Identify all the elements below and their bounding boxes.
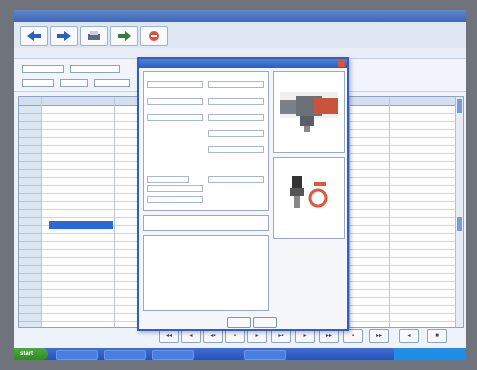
column-divider <box>389 97 390 327</box>
part-details-dialog <box>137 57 349 331</box>
filter-field[interactable] <box>94 79 130 87</box>
taskbar-button[interactable] <box>244 350 286 360</box>
taskbar-button[interactable] <box>152 350 194 360</box>
notes-panel <box>143 215 269 231</box>
part-image-panel <box>273 71 345 153</box>
filter-field[interactable] <box>22 79 54 87</box>
application-window: ◂◂ ◂ ◂▪ ▪ ▸ ▸▪ ▸ ▸▸ ▪ ▸▸ ◂ ■ start <box>14 10 466 360</box>
system-tray <box>394 348 466 360</box>
form-field[interactable] <box>147 185 203 192</box>
scroll-thumb[interactable] <box>457 217 462 231</box>
nav-button[interactable]: ◂▪ <box>203 329 223 343</box>
delete-icon <box>149 31 159 41</box>
form-field[interactable] <box>208 114 264 121</box>
window-titlebar <box>14 10 466 22</box>
taskbar: start <box>14 348 466 360</box>
export-button[interactable] <box>110 26 138 46</box>
row-header-column <box>19 106 41 327</box>
selected-row[interactable] <box>49 221 113 229</box>
part-photo-panel <box>273 157 345 239</box>
nav-button[interactable]: ▸▸ <box>369 329 389 343</box>
filter-field[interactable] <box>60 79 88 87</box>
print-button[interactable] <box>80 26 108 46</box>
form-field[interactable] <box>147 114 203 121</box>
form-field[interactable] <box>208 98 264 105</box>
nav-button[interactable]: ▪ <box>343 329 363 343</box>
ok-button[interactable] <box>227 317 251 328</box>
column-divider <box>41 97 42 327</box>
part-cross-section-icon <box>280 92 338 132</box>
taskbar-button[interactable] <box>104 350 146 360</box>
filter-field[interactable] <box>70 65 120 73</box>
form-field[interactable] <box>208 176 264 183</box>
nav-button[interactable]: ▸ <box>247 329 267 343</box>
column-divider <box>349 97 350 327</box>
form-field[interactable] <box>208 81 264 88</box>
start-button[interactable]: start <box>14 348 48 360</box>
close-icon[interactable] <box>338 60 345 67</box>
form-field[interactable] <box>208 146 264 153</box>
form-field[interactable] <box>147 81 203 88</box>
filter-field[interactable] <box>22 65 64 73</box>
nav-button[interactable]: ▸▪ <box>271 329 291 343</box>
form-field[interactable] <box>147 98 203 105</box>
delete-button[interactable] <box>140 26 168 46</box>
nav-button[interactable]: ◂ <box>399 329 419 343</box>
forward-button[interactable] <box>50 26 78 46</box>
main-toolbar <box>14 22 466 49</box>
nav-button[interactable]: ▪ <box>225 329 245 343</box>
export-arrow-icon <box>118 31 131 41</box>
back-button[interactable] <box>20 26 48 46</box>
cancel-button[interactable] <box>253 317 277 328</box>
record-navigation-bar: ◂◂ ◂ ◂▪ ▪ ▸ ▸▪ ▸ ▸▸ ▪ ▸▸ ◂ ■ <box>159 329 464 343</box>
column-divider <box>114 97 115 327</box>
print-icon <box>88 31 100 40</box>
nav-button[interactable]: ◂◂ <box>159 329 179 343</box>
form-field[interactable] <box>147 196 203 203</box>
vertical-scrollbar[interactable] <box>455 97 463 327</box>
form-field[interactable] <box>147 176 189 183</box>
nav-button[interactable]: ◂ <box>181 329 201 343</box>
dialog-titlebar <box>139 59 347 68</box>
nav-button[interactable]: ▸ <box>295 329 315 343</box>
nav-button[interactable]: ▸▸ <box>319 329 339 343</box>
form-field[interactable] <box>208 130 264 137</box>
connector-icon <box>290 176 328 208</box>
nav-button[interactable]: ■ <box>427 329 447 343</box>
back-arrow-icon <box>27 31 41 41</box>
forward-arrow-icon <box>57 31 71 41</box>
scroll-thumb[interactable] <box>457 99 462 113</box>
taskbar-button[interactable] <box>56 350 98 360</box>
description-panel[interactable] <box>143 235 269 311</box>
details-panel <box>143 71 269 211</box>
